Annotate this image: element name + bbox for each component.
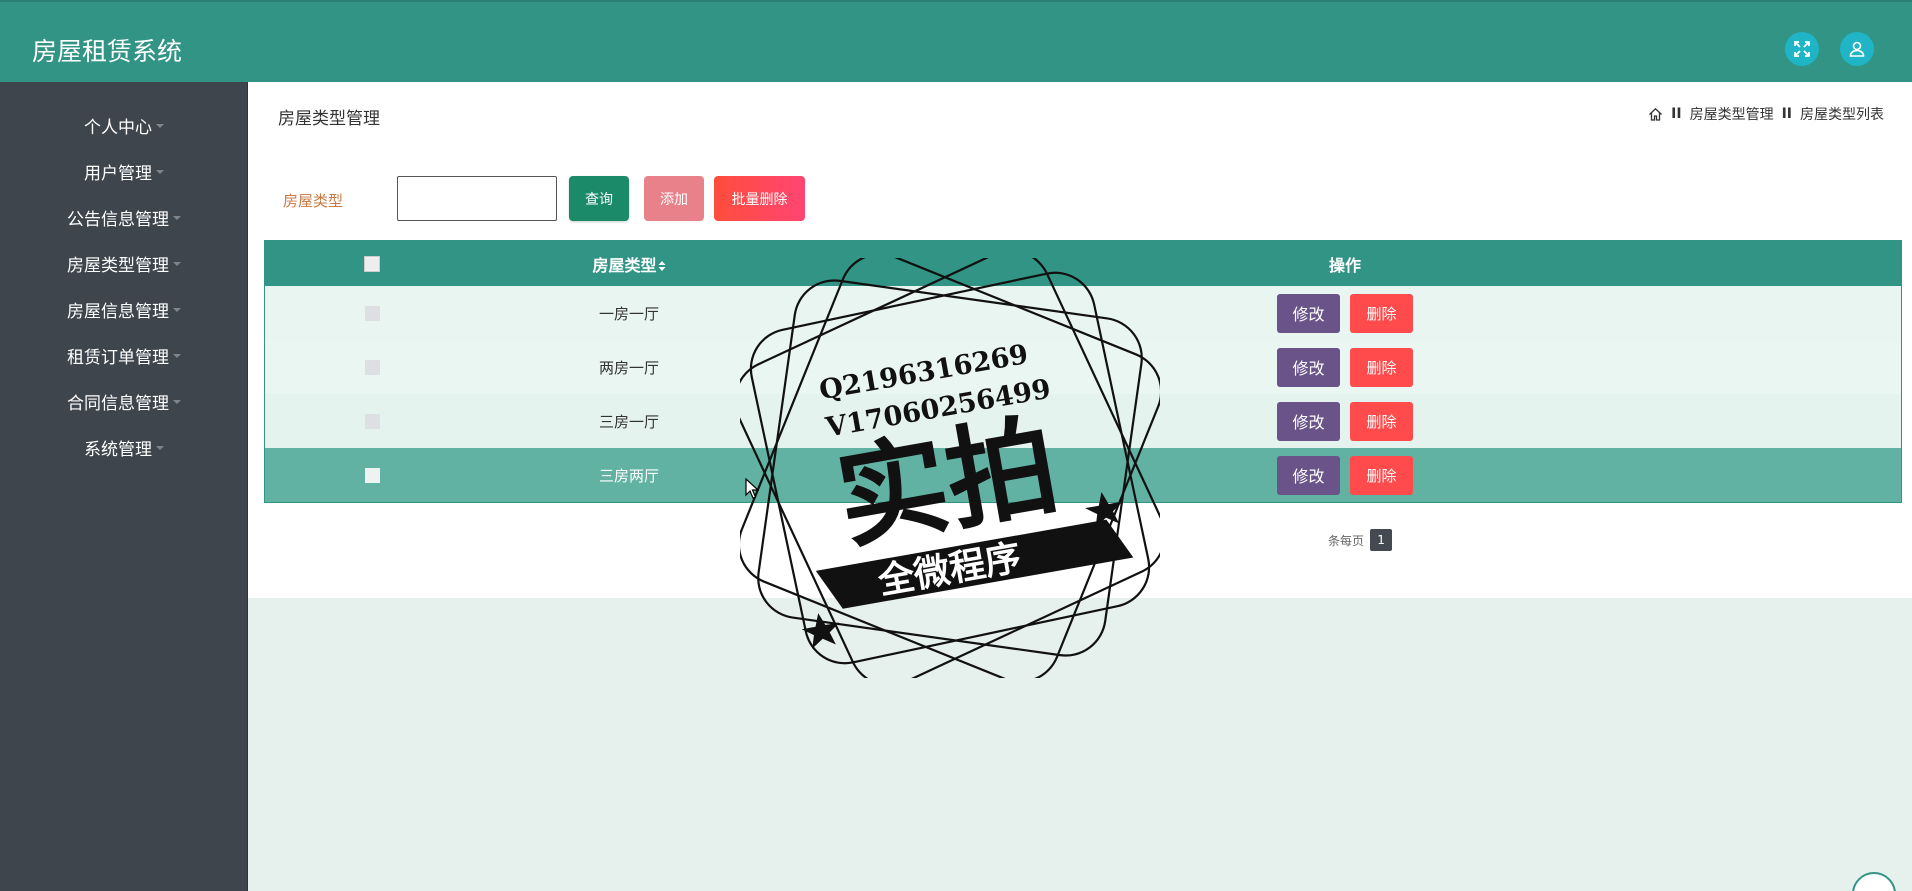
edit-button[interactable]: 修改 — [1277, 293, 1340, 333]
column-header-ops: 操作 — [1328, 255, 1361, 275]
edit-button[interactable]: 修改 — [1277, 455, 1340, 495]
table-row: 两房一厅 修改 删除 — [265, 340, 1901, 394]
column-header-house-type[interactable]: 房屋类型 — [479, 252, 779, 276]
sidebar-item-label: 租赁订单管理 — [67, 347, 169, 368]
breadcrumb-item-current: 房屋类型列表 — [1800, 107, 1884, 123]
row-checkbox[interactable] — [364, 467, 380, 483]
sidebar-item-label: 公告信息管理 — [67, 209, 169, 230]
query-button[interactable]: 查询 — [569, 176, 629, 221]
batch-delete-button[interactable]: 批量删除 — [714, 176, 805, 221]
user-icon[interactable] — [1840, 32, 1874, 66]
row-checkbox[interactable] — [364, 359, 380, 375]
fullscreen-icon[interactable] — [1785, 32, 1819, 66]
caret-down-icon — [173, 308, 181, 312]
caret-down-icon — [173, 216, 181, 220]
caret-down-icon — [173, 400, 181, 404]
table-header: 房屋类型 操作 — [265, 241, 1901, 286]
sidebar: 个人中心 用户管理 公告信息管理 房屋类型管理 房屋信息管理 租赁订单管理 合同… — [0, 82, 248, 891]
scroll-to-top-button[interactable] — [1852, 872, 1896, 891]
delete-button[interactable]: 删除 — [1350, 293, 1413, 333]
delete-button[interactable]: 删除 — [1350, 401, 1413, 441]
sidebar-item-label: 房屋信息管理 — [67, 301, 169, 322]
breadcrumb-separator: II — [1781, 106, 1792, 122]
sidebar-item-notice-management[interactable]: 公告信息管理 — [0, 197, 248, 237]
caret-down-icon — [156, 446, 164, 450]
home-icon[interactable] — [1648, 107, 1663, 122]
pagination: 条每页 1 — [1328, 529, 1393, 551]
row-checkbox[interactable] — [364, 413, 380, 429]
house-type-cell: 两房一厅 — [598, 358, 659, 377]
table-row-hovered: 三房两厅 修改 删除 — [265, 448, 1901, 502]
top-bar: 房屋租赁系统 — [0, 0, 1912, 82]
breadcrumb: II 房屋类型管理 II 房屋类型列表 — [1648, 104, 1884, 124]
house-type-table: 房屋类型 操作 一房一厅 修改 删除 两房一厅 修改 删除 三房一厅 修改 删除 三房… — [264, 240, 1902, 503]
delete-button[interactable]: 删除 — [1350, 455, 1413, 495]
sidebar-item-rental-order-management[interactable]: 租赁订单管理 — [0, 335, 248, 375]
select-all-checkbox[interactable] — [364, 255, 380, 272]
search-label: 房屋类型 — [283, 192, 344, 210]
breadcrumb-item[interactable]: 房屋类型管理 — [1690, 104, 1774, 124]
column-header-label: 房屋类型 — [592, 255, 657, 275]
caret-down-icon — [156, 170, 164, 174]
row-checkbox[interactable] — [364, 305, 380, 321]
sidebar-item-label: 系统管理 — [84, 439, 152, 460]
house-type-search-input[interactable] — [397, 176, 557, 221]
add-button[interactable]: 添加 — [644, 176, 704, 221]
sidebar-item-contract-management[interactable]: 合同信息管理 — [0, 381, 248, 421]
house-type-cell: 一房一厅 — [598, 304, 659, 323]
mouse-cursor-icon — [745, 478, 759, 499]
house-type-cell: 三房两厅 — [598, 466, 659, 485]
sidebar-item-label: 用户管理 — [84, 163, 152, 184]
sidebar-item-label: 个人中心 — [84, 117, 152, 138]
edit-button[interactable]: 修改 — [1277, 401, 1340, 441]
page-size-label: 条每页 — [1328, 533, 1365, 548]
delete-button[interactable]: 删除 — [1350, 347, 1413, 387]
sidebar-item-house-type-management[interactable]: 房屋类型管理 — [0, 243, 248, 283]
caret-down-icon — [173, 354, 181, 358]
caret-down-icon — [173, 262, 181, 266]
table-row: 三房一厅 修改 删除 — [265, 394, 1901, 448]
sort-icon[interactable] — [658, 260, 666, 272]
breadcrumb-separator: II — [1671, 106, 1682, 122]
edit-button[interactable]: 修改 — [1277, 347, 1340, 387]
house-type-cell: 三房一厅 — [598, 412, 659, 431]
page-number-button[interactable]: 1 — [1370, 529, 1393, 551]
sidebar-item-label: 合同信息管理 — [67, 393, 169, 414]
sidebar-item-system-management[interactable]: 系统管理 — [0, 427, 248, 467]
sidebar-item-label: 房屋类型管理 — [67, 255, 169, 276]
app-title: 房屋租赁系统 — [32, 37, 183, 66]
sidebar-item-personal-center[interactable]: 个人中心 — [0, 105, 248, 145]
main-content: 房屋类型管理 II 房屋类型管理 II 房屋类型列表 房屋类型 查询 添加 批量… — [248, 82, 1912, 598]
page-title: 房屋类型管理 — [278, 109, 380, 129]
sidebar-item-house-info-management[interactable]: 房屋信息管理 — [0, 289, 248, 329]
caret-down-icon — [156, 124, 164, 128]
sidebar-item-user-management[interactable]: 用户管理 — [0, 151, 248, 191]
table-row: 一房一厅 修改 删除 — [265, 286, 1901, 340]
